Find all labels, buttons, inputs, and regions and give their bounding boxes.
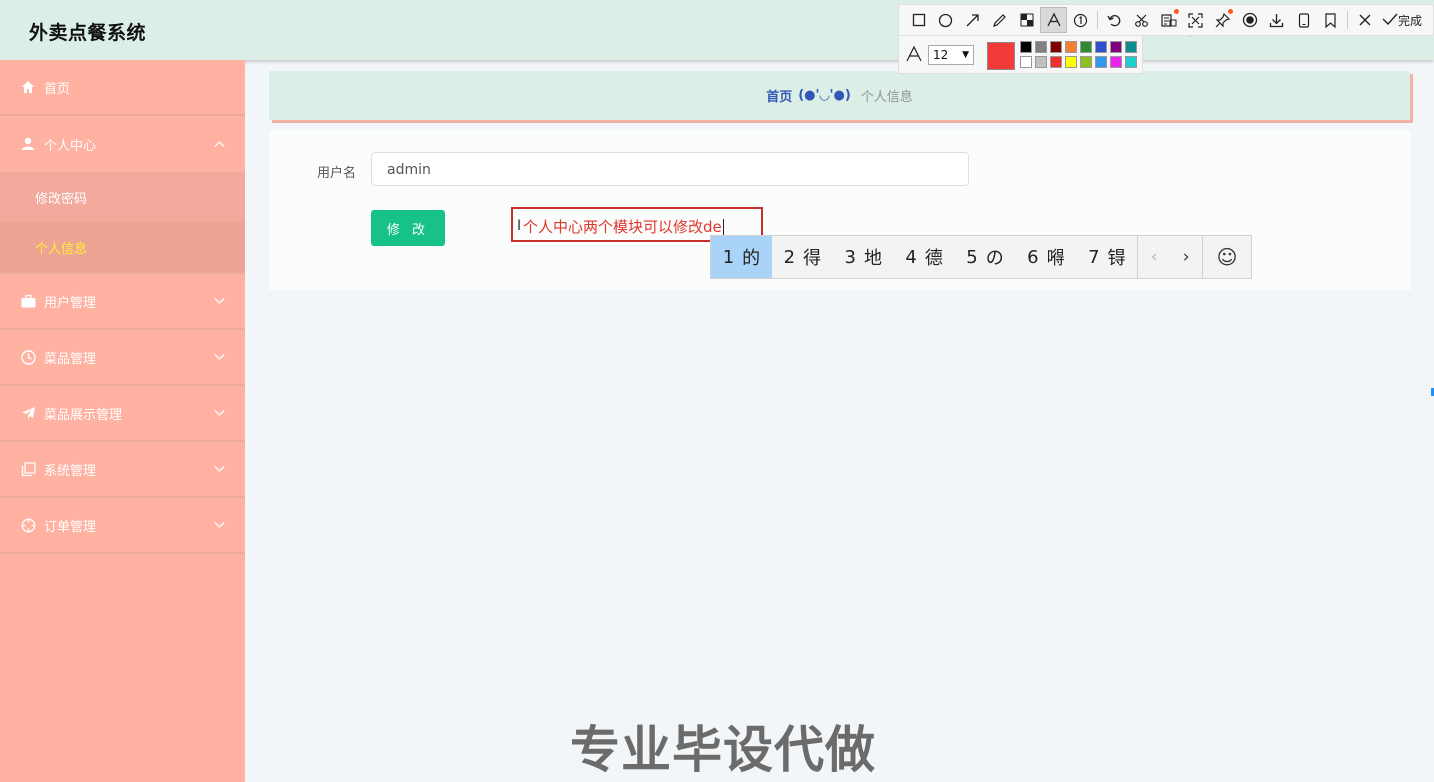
chevron-down-icon	[214, 463, 225, 476]
breadcrumb-separator: (●'◡'●)	[798, 88, 851, 103]
ime-candidate[interactable]: 2得	[772, 236, 833, 278]
color-swatch[interactable]	[1065, 41, 1077, 53]
sidebar-item-dish-mgmt[interactable]: 菜品管理	[0, 330, 245, 386]
color-swatch[interactable]	[1065, 56, 1077, 68]
color-swatch[interactable]	[1095, 56, 1107, 68]
ime-candidate[interactable]: 4德	[894, 236, 955, 278]
sidebar-item-label: 个人中心	[44, 138, 97, 154]
arrow-tool-icon[interactable]	[959, 7, 986, 33]
username-label: 用户名	[317, 166, 357, 181]
sidebar-item-home[interactable]: 首页	[0, 60, 245, 116]
sidebar-item-label: 菜品管理	[44, 351, 97, 367]
ime-candidate[interactable]: 6嘚	[1015, 236, 1076, 278]
ime-candidate[interactable]: 7锝	[1076, 236, 1137, 278]
ime-next-page-icon[interactable]: ›	[1170, 236, 1202, 278]
color-swatch[interactable]	[1050, 41, 1062, 53]
chevron-down-icon	[214, 351, 225, 364]
chevron-down-icon	[214, 407, 225, 420]
long-screenshot-icon[interactable]	[1182, 7, 1209, 33]
color-palette	[1020, 41, 1137, 68]
paper-plane-icon	[20, 405, 36, 421]
pen-tool-icon[interactable]	[986, 7, 1013, 33]
text-tool-icon[interactable]	[1040, 7, 1067, 33]
rectangle-tool-icon[interactable]	[905, 7, 932, 33]
breadcrumb-home[interactable]: 首页	[766, 86, 792, 105]
color-swatch[interactable]	[1080, 56, 1092, 68]
screenshot-toolbar: 完成	[898, 4, 1434, 36]
modify-button[interactable]: 修 改	[371, 210, 445, 246]
crosshair-icon	[20, 517, 36, 533]
check-icon	[1382, 12, 1398, 29]
briefcase-icon	[20, 293, 36, 309]
bookmark-icon[interactable]	[1317, 7, 1344, 33]
breadcrumb-current: 个人信息	[860, 90, 913, 105]
copy-icon	[20, 461, 36, 477]
color-swatch[interactable]	[1095, 41, 1107, 53]
number-marker-tool-icon[interactable]	[1067, 7, 1094, 33]
ime-candidate-window: 1的 2得 3地 4德 5の 6嘚 7锝 ‹ › ☺	[710, 235, 1252, 279]
phone-icon[interactable]	[1290, 7, 1317, 33]
color-swatch[interactable]	[1020, 56, 1032, 68]
done-label: 完成	[1398, 13, 1423, 28]
ime-prev-page-icon[interactable]: ‹	[1138, 236, 1170, 278]
ime-candidate[interactable]: 5の	[955, 236, 1016, 278]
chevron-up-icon	[214, 138, 225, 151]
username-input[interactable]: admin	[371, 152, 969, 186]
ibeam-cursor-icon: I	[517, 218, 522, 234]
close-icon[interactable]	[1351, 7, 1378, 33]
color-swatch[interactable]	[1050, 56, 1062, 68]
pin-icon[interactable]	[1209, 7, 1236, 33]
color-swatch[interactable]	[1110, 56, 1122, 68]
sidebar-item-change-password[interactable]: 修改密码	[0, 172, 245, 222]
color-swatch[interactable]	[1110, 41, 1122, 53]
sidebar-item-label: 首页	[44, 81, 71, 97]
sidebar-item-label: 菜品展示管理	[44, 407, 123, 423]
download-icon[interactable]	[1263, 7, 1290, 33]
toolbar-divider	[1347, 11, 1348, 29]
sidebar-item-label: 系统管理	[44, 463, 97, 479]
watermark-text: 专业毕设代做	[570, 721, 876, 779]
ime-candidate[interactable]: 3地	[833, 236, 894, 278]
home-icon	[20, 79, 36, 95]
color-swatch[interactable]	[1035, 56, 1047, 68]
text-style-panel: 12 ▼	[898, 36, 1143, 74]
color-swatch[interactable]	[1125, 41, 1137, 53]
ocr-icon[interactable]	[1155, 7, 1182, 33]
record-icon[interactable]	[1236, 7, 1263, 33]
dropdown-arrow-icon: ▼	[962, 50, 969, 60]
breadcrumb: 首页 (●'◡'●) 个人信息	[269, 71, 1410, 120]
color-swatch[interactable]	[1080, 41, 1092, 53]
cut-icon[interactable]	[1128, 7, 1155, 33]
sidebar-item-system-mgmt[interactable]: 系统管理	[0, 442, 245, 498]
annotation-text: 个人中心两个模块可以修改de	[523, 218, 722, 236]
emoji-icon[interactable]: ☺	[1203, 236, 1251, 278]
sidebar-menu: 首页 个人中心 修改密码 个人信息 用户管理 菜品管理 菜品展示管理 系统管理 …	[0, 60, 245, 782]
personal-center-submenu: 修改密码 个人信息	[0, 172, 245, 274]
font-size-select[interactable]: 12 ▼	[928, 45, 974, 65]
current-color-swatch[interactable]	[987, 42, 1015, 70]
sidebar-item-personal-info[interactable]: 个人信息	[0, 222, 245, 272]
color-swatch[interactable]	[1020, 41, 1032, 53]
user-icon	[20, 136, 36, 152]
color-swatch[interactable]	[1035, 41, 1047, 53]
sidebar-item-dish-display-mgmt[interactable]: 菜品展示管理	[0, 386, 245, 442]
clock-icon	[20, 349, 36, 365]
color-swatch[interactable]	[1125, 56, 1137, 68]
ime-candidate[interactable]: 1的	[711, 236, 772, 278]
done-button[interactable]: 完成	[1382, 12, 1422, 29]
sidebar-item-order-mgmt[interactable]: 订单管理	[0, 498, 245, 554]
mosaic-tool-icon[interactable]	[1013, 7, 1040, 33]
sidebar-item-user-mgmt[interactable]: 用户管理	[0, 274, 245, 330]
undo-icon[interactable]	[1101, 7, 1128, 33]
font-size-icon	[905, 45, 923, 67]
chevron-down-icon	[214, 519, 225, 532]
sidebar-item-personal-center[interactable]: 个人中心	[0, 116, 245, 172]
app-title: 外卖点餐系统	[29, 22, 147, 44]
chevron-down-icon	[214, 295, 225, 308]
sidebar-item-label: 订单管理	[44, 519, 97, 535]
text-caret	[722, 219, 724, 236]
toolbar-divider	[1097, 11, 1098, 29]
ellipse-tool-icon[interactable]	[932, 7, 959, 33]
sidebar-item-label: 用户管理	[44, 295, 97, 311]
